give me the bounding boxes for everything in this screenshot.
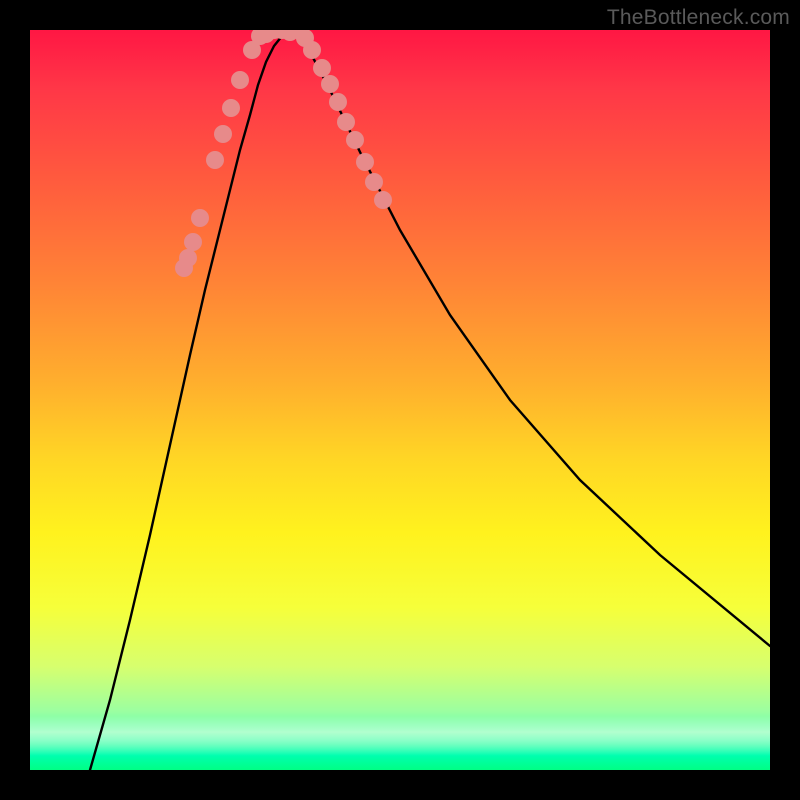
chart-frame: TheBottleneck.com: [0, 0, 800, 800]
plot-area: [30, 30, 770, 770]
watermark-text: TheBottleneck.com: [607, 6, 790, 30]
